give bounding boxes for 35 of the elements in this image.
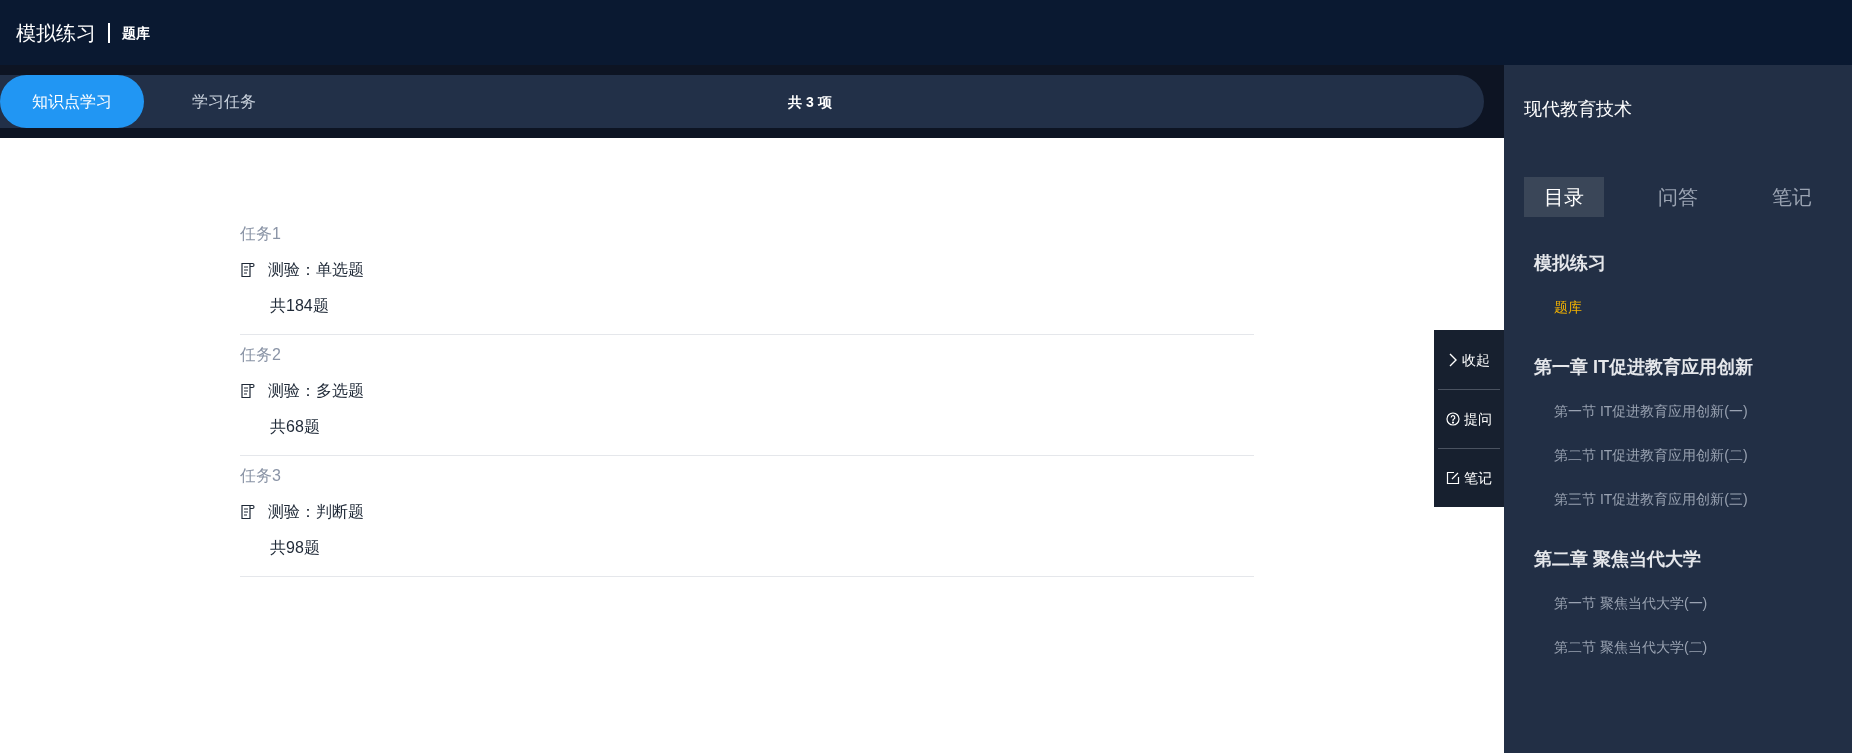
chapter-heading: 模拟练习 [1534, 252, 1607, 275]
toc-item[interactable]: 题库 [1534, 285, 1832, 329]
page-title: 模拟练习 [16, 20, 96, 46]
tab[interactable]: 学习任务 [144, 75, 304, 128]
toc-item[interactable]: 第二节 IT促进教育应用创新(二) [1534, 433, 1832, 477]
document-icon [240, 504, 256, 520]
toc-item[interactable]: 第一节 聚焦当代大学(一) [1534, 581, 1832, 625]
float-menu-button[interactable]: 收起 [1438, 330, 1500, 389]
quiz-link[interactable]: 测验：多选题 [268, 379, 364, 403]
float-menu-button[interactable]: 笔记 [1438, 448, 1500, 507]
task-label: 任务3 [240, 466, 282, 486]
float-menu-button[interactable]: 提问 [1438, 389, 1500, 448]
question-count: 共184题 [270, 296, 330, 316]
quiz-link[interactable]: 测验：单选题 [268, 258, 364, 282]
question-count: 共68题 [270, 417, 321, 437]
chapter-heading: 第二章 聚焦当代大学 [1534, 548, 1702, 571]
toc-item[interactable]: 第二节 聚焦当代大学(二) [1534, 625, 1832, 669]
question-count: 共98题 [270, 538, 321, 558]
document-icon [240, 383, 256, 399]
edit-icon [1446, 471, 1460, 485]
item-count: 共 3 项 [788, 92, 832, 112]
page-subtitle: 题库 [122, 23, 150, 43]
document-icon [240, 262, 256, 278]
sidebar-tab[interactable]: 问答 [1638, 177, 1718, 217]
sidebar-tab[interactable]: 目录 [1524, 177, 1604, 217]
course-title: 现代教育技术 [1524, 98, 1633, 121]
question-icon [1446, 412, 1460, 426]
toc-item[interactable]: 第三节 IT促进教育应用创新(三) [1534, 477, 1832, 521]
sidebar-tab[interactable]: 笔记 [1752, 177, 1832, 217]
chapter-heading: 第一章 IT促进教育应用创新 [1534, 356, 1754, 379]
task-label: 任务1 [240, 224, 282, 244]
toc-item[interactable]: 第一节 IT促进教育应用创新(一) [1534, 389, 1832, 433]
task-label: 任务2 [240, 345, 282, 365]
quiz-link[interactable]: 测验：判断题 [268, 500, 364, 524]
chevron-right-icon [1448, 352, 1458, 367]
